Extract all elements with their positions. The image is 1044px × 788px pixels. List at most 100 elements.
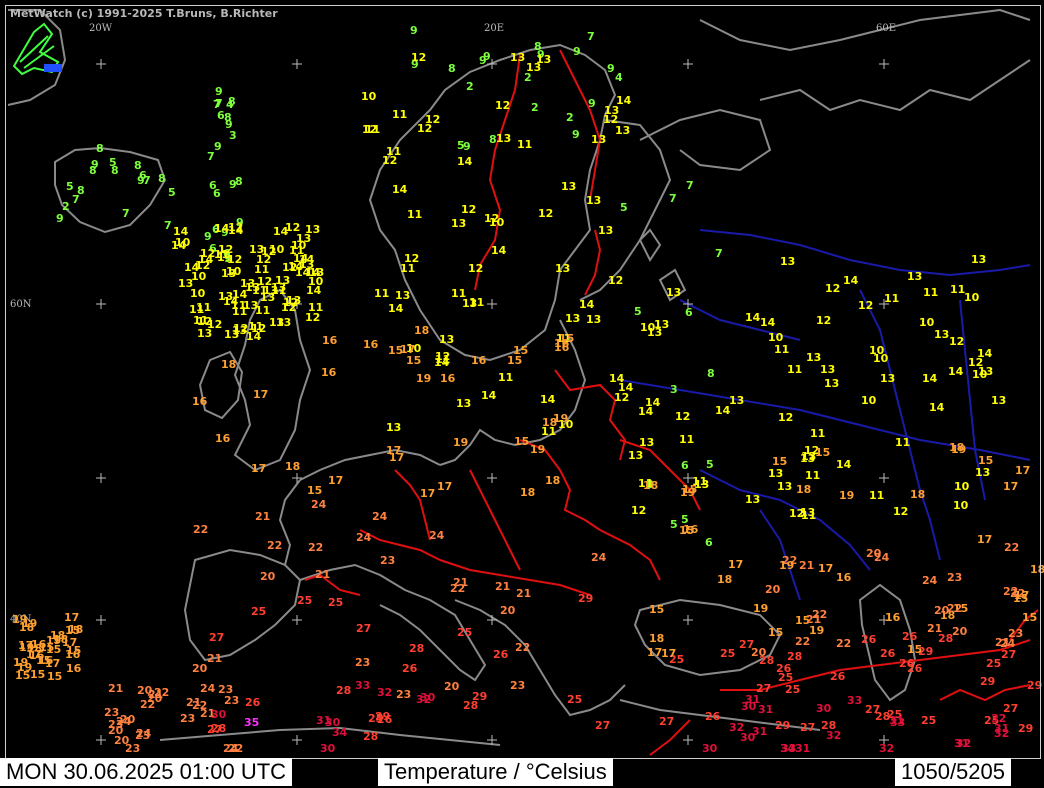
temperature-value: 13 — [510, 51, 525, 64]
temperature-value: 29 — [375, 710, 390, 723]
temperature-value: 15 — [679, 524, 694, 537]
temperature-value: 29 — [1027, 679, 1042, 692]
temperature-value: 14 — [171, 239, 187, 252]
temperature-value: 9 — [483, 50, 491, 63]
temperature-value: 12 — [789, 507, 804, 520]
temperature-value: 13 — [880, 372, 895, 385]
temperature-value: 26 — [880, 647, 896, 660]
temperature-value: 14 — [228, 224, 244, 237]
temperature-value: 18 — [68, 623, 83, 636]
weather-map[interactable]: 20W 20E 60E 60N 40N 32425654569256277635… — [0, 0, 1044, 788]
temperature-value: 15 — [978, 454, 993, 467]
temperature-value: 32 — [416, 693, 431, 706]
temperature-value: 18 — [649, 632, 664, 645]
temperature-value: 10 — [919, 316, 935, 329]
temperature-value: 15 — [514, 435, 529, 448]
temperature-value: 16 — [440, 372, 456, 385]
temperature-value: 6 — [705, 536, 713, 549]
temperature-value: 13 — [245, 281, 260, 294]
temperature-value: 26 — [907, 662, 923, 675]
temperature-value: 19 — [753, 602, 768, 615]
temperature-observations: 3242565456925627763578575961076791091198… — [12, 24, 1044, 755]
temperature-value: 10 — [964, 291, 980, 304]
temperature-value: 25 — [251, 605, 266, 618]
lon-label-20w: 20W — [89, 23, 113, 34]
temperature-value: 9 — [572, 128, 580, 141]
temperature-value: 22 — [515, 641, 530, 654]
temperature-value: 30 — [816, 702, 832, 715]
temperature-value: 13 — [496, 132, 511, 145]
temperature-value: 23 — [947, 571, 962, 584]
temperature-value: 9 — [410, 24, 418, 37]
temperature-value: 6 — [681, 459, 689, 472]
temperature-value: 13 — [456, 397, 471, 410]
temperature-value: 35 — [244, 716, 259, 729]
temperature-value: 9 — [137, 174, 145, 187]
temperature-value: 32 — [729, 721, 744, 734]
temperature-value: 15 — [768, 626, 783, 639]
temperature-value: 11 — [498, 371, 513, 384]
temperature-value: 13 — [178, 277, 193, 290]
temperature-value: 22 — [795, 635, 810, 648]
temperature-value: 10 — [768, 331, 784, 344]
temperature-value: 17 — [1015, 464, 1030, 477]
frame-counter: 1050/5205 — [895, 758, 1011, 786]
temperature-value: 17 — [437, 480, 452, 493]
temperature-value: 24 — [200, 682, 216, 695]
temperature-value: 28 — [409, 642, 424, 655]
temperature-value: 13 — [286, 294, 301, 307]
temperature-value: 14 — [948, 365, 964, 378]
temperature-value: 12 — [425, 113, 440, 126]
temperature-value: 22 — [267, 539, 282, 552]
temperature-value: 18 — [717, 573, 732, 586]
temperature-value: 9 — [229, 178, 237, 191]
temperature-value: 17 — [1014, 589, 1029, 602]
temperature-value: 26 — [402, 662, 418, 675]
temperature-value: 25 — [921, 714, 936, 727]
temperature-value: 22 — [1004, 541, 1019, 554]
temperature-value: 27 — [800, 721, 815, 734]
temperature-value: 12 — [858, 299, 873, 312]
temperature-value: 18 — [221, 358, 236, 371]
temperature-value: 26 — [902, 630, 918, 643]
temperature-value: 14 — [306, 284, 322, 297]
temperature-value: 4 — [615, 71, 623, 84]
temperature-value: 7 — [715, 247, 723, 260]
temperature-value: 10 — [972, 368, 988, 381]
temperature-value: 25 — [328, 596, 343, 609]
temperature-value: 13 — [598, 224, 613, 237]
temperature-value: 8 — [224, 111, 232, 124]
temperature-value: 14 — [457, 155, 473, 168]
temperature-value: 3 — [670, 383, 678, 396]
temperature-value: 24 — [116, 715, 132, 728]
temperature-value: 13 — [800, 452, 815, 465]
temperature-value: 9 — [573, 45, 581, 58]
temperature-value: 25 — [785, 683, 800, 696]
temperature-value: 8 — [448, 62, 456, 75]
temperature-value: 11 — [774, 343, 789, 356]
temperature-value: 16 — [38, 654, 54, 667]
temperature-value: 13 — [639, 436, 654, 449]
temperature-value: 32 — [826, 729, 841, 742]
temperature-value: 12 — [538, 207, 553, 220]
temperature-value: 25 — [297, 594, 312, 607]
temperature-value: 8 — [707, 367, 715, 380]
temperature-value: 13 — [536, 53, 551, 66]
temperature-value: 17 — [389, 451, 404, 464]
temperature-value: 15 — [507, 354, 522, 367]
temperature-value: 10 — [953, 499, 969, 512]
temperature-value: 11 — [810, 427, 825, 440]
temperature-value: 17 — [251, 462, 266, 475]
temperature-value: 13 — [934, 328, 949, 341]
temperature-value: 31 — [795, 742, 810, 755]
temperature-value: 13 — [975, 466, 990, 479]
temperature-value: 21 — [207, 652, 222, 665]
temperature-value: 17 — [400, 343, 415, 356]
temperature-value: 12 — [411, 51, 426, 64]
temperature-value: 23 — [125, 742, 140, 755]
temperature-value: 14 — [922, 372, 938, 385]
temperature-value: 25 — [720, 647, 735, 660]
temperature-value: 11 — [469, 296, 484, 309]
temperature-value: 26 — [705, 710, 721, 723]
temperature-value: 19 — [779, 559, 794, 572]
